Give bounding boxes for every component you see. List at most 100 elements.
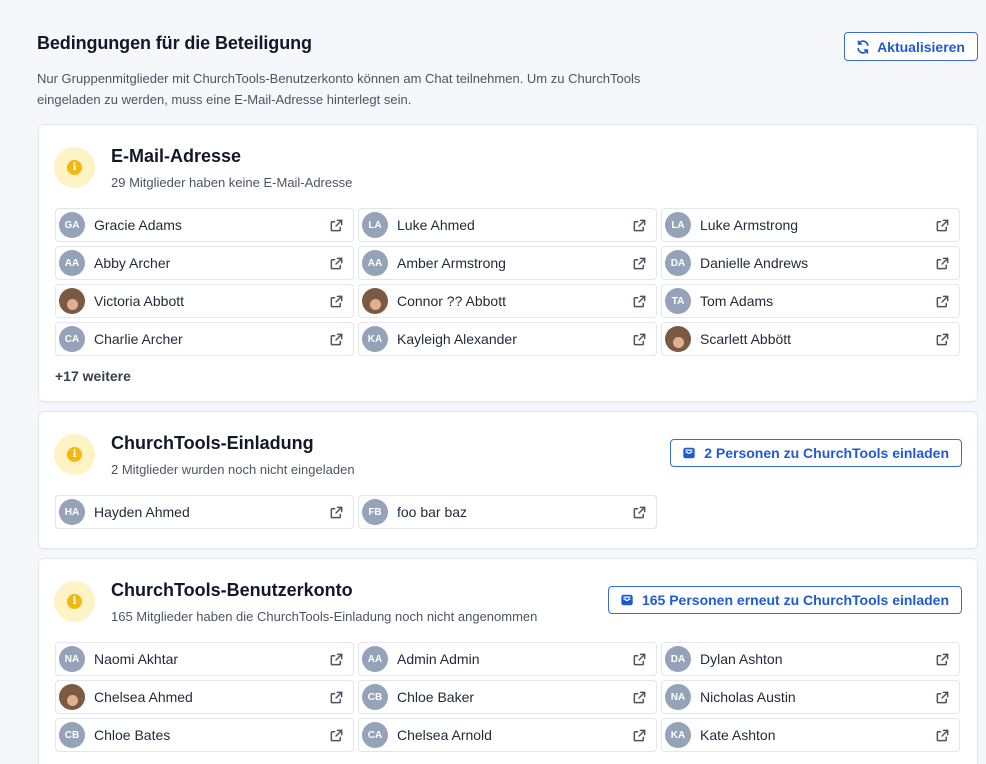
member-name: Chelsea Ahmed bbox=[94, 689, 193, 705]
account-card-title: ChurchTools-Benutzerkonto bbox=[111, 580, 353, 600]
member-item[interactable]: NA Nicholas Austin bbox=[661, 680, 960, 714]
external-link-icon[interactable] bbox=[329, 652, 344, 667]
member-name: Connor ?? Abbott bbox=[397, 293, 506, 309]
avatar: HA bbox=[59, 499, 85, 525]
external-link-icon[interactable] bbox=[935, 332, 950, 347]
external-link-icon[interactable] bbox=[632, 332, 647, 347]
external-link-icon[interactable] bbox=[329, 218, 344, 233]
external-link-icon[interactable] bbox=[329, 332, 344, 347]
member-name: Chloe Baker bbox=[397, 689, 475, 705]
member-item[interactable]: DA Dylan Ashton bbox=[661, 642, 960, 676]
member-item[interactable]: Connor ?? Abbott bbox=[358, 284, 657, 318]
info-icon: i bbox=[54, 147, 95, 188]
member-name: Nicholas Austin bbox=[700, 689, 796, 705]
member-item[interactable]: AA Abby Archer bbox=[55, 246, 354, 280]
account-card-header: i ChurchTools-Benutzerkonto 165 Mitglied… bbox=[39, 559, 977, 629]
external-link-icon[interactable] bbox=[935, 218, 950, 233]
external-link-icon[interactable] bbox=[632, 505, 647, 520]
member-name: Naomi Akhtar bbox=[94, 651, 179, 667]
more-members-link[interactable]: +17 weitere bbox=[39, 356, 977, 384]
invite-card-subtitle: 2 Mitglieder wurden noch nicht eingelade… bbox=[111, 462, 355, 477]
member-name: Victoria Abbott bbox=[94, 293, 185, 309]
external-link-icon[interactable] bbox=[935, 256, 950, 271]
avatar: CA bbox=[59, 326, 85, 352]
member-item[interactable]: DA Danielle Andrews bbox=[661, 246, 960, 280]
member-name: Gracie Adams bbox=[94, 217, 182, 233]
member-item[interactable]: GA Gracie Adams bbox=[55, 208, 354, 242]
external-link-icon[interactable] bbox=[329, 505, 344, 520]
account-member-grid: NA Naomi Akhtar AA Admin Admin DA Dylan Ashto… bbox=[39, 642, 977, 752]
member-name: Dylan Ashton bbox=[700, 651, 783, 667]
external-link-icon[interactable] bbox=[632, 256, 647, 271]
avatar: CB bbox=[59, 722, 85, 748]
external-link-icon[interactable] bbox=[935, 728, 950, 743]
avatar: CA bbox=[362, 722, 388, 748]
email-card: i E-Mail-Adresse 29 Mitglieder haben kei… bbox=[38, 124, 978, 402]
member-item[interactable]: AA Amber Armstrong bbox=[358, 246, 657, 280]
avatar: KA bbox=[362, 326, 388, 352]
email-card-title: E-Mail-Adresse bbox=[111, 146, 242, 166]
member-item[interactable]: Victoria Abbott bbox=[55, 284, 354, 318]
member-item[interactable]: TA Tom Adams bbox=[661, 284, 960, 318]
external-link-icon[interactable] bbox=[632, 690, 647, 705]
external-link-icon[interactable] bbox=[935, 652, 950, 667]
external-link-icon[interactable] bbox=[329, 690, 344, 705]
avatar bbox=[362, 288, 388, 314]
avatar bbox=[59, 288, 85, 314]
info-icon: i bbox=[54, 434, 95, 475]
external-link-icon[interactable] bbox=[935, 690, 950, 705]
external-link-icon[interactable] bbox=[632, 728, 647, 743]
avatar: DA bbox=[665, 250, 691, 276]
member-item[interactable]: Scarlett Abbött bbox=[661, 322, 960, 356]
member-item[interactable]: NA Naomi Akhtar bbox=[55, 642, 354, 676]
external-link-icon[interactable] bbox=[329, 728, 344, 743]
reinvite-button-label: 165 Personen erneut zu ChurchTools einla… bbox=[641, 592, 949, 608]
external-link-icon[interactable] bbox=[632, 218, 647, 233]
page-description: Nur Gruppenmitglieder mit ChurchTools-Be… bbox=[37, 71, 641, 107]
invite-button[interactable]: 2 Personen zu ChurchTools einladen bbox=[670, 439, 962, 467]
avatar: AA bbox=[362, 250, 388, 276]
member-item[interactable]: AA Admin Admin bbox=[358, 642, 657, 676]
member-item[interactable]: CA Charlie Archer bbox=[55, 322, 354, 356]
conditions-header: Bedingungen für die Beteiligung Nur Grup… bbox=[37, 32, 978, 110]
avatar: CB bbox=[362, 684, 388, 710]
external-link-icon[interactable] bbox=[632, 294, 647, 309]
member-name: Kayleigh Alexander bbox=[397, 331, 517, 347]
member-name: Scarlett Abbött bbox=[700, 331, 792, 347]
external-link-icon[interactable] bbox=[329, 256, 344, 271]
member-name: Luke Armstrong bbox=[700, 217, 799, 233]
avatar: TA bbox=[665, 288, 691, 314]
member-item[interactable]: FB foo bar baz bbox=[358, 495, 657, 529]
member-item[interactable]: LA Luke Ahmed bbox=[358, 208, 657, 242]
member-name: Admin Admin bbox=[397, 651, 480, 667]
avatar: NA bbox=[59, 646, 85, 672]
invite-card: i ChurchTools-Einladung 2 Mitglieder wur… bbox=[38, 411, 978, 549]
avatar: LA bbox=[665, 212, 691, 238]
member-item[interactable]: Chelsea Ahmed bbox=[55, 680, 354, 714]
member-item[interactable]: CA Chelsea Arnold bbox=[358, 718, 657, 752]
member-item[interactable]: CB Chloe Bates bbox=[55, 718, 354, 752]
invite-member-grid: HA Hayden Ahmed FB foo bar baz bbox=[39, 495, 977, 529]
avatar: NA bbox=[665, 684, 691, 710]
member-name: Amber Armstrong bbox=[397, 255, 506, 271]
member-item[interactable]: KA Kate Ashton bbox=[661, 718, 960, 752]
external-link-icon[interactable] bbox=[329, 294, 344, 309]
member-name: Danielle Andrews bbox=[700, 255, 809, 271]
member-name: Chelsea Arnold bbox=[397, 727, 492, 743]
info-icon: i bbox=[54, 581, 95, 622]
invite-card-header: i ChurchTools-Einladung 2 Mitglieder wur… bbox=[39, 412, 977, 482]
email-member-grid: GA Gracie Adams LA Luke Ahmed LA Luke Armstro… bbox=[39, 208, 977, 356]
external-link-icon[interactable] bbox=[632, 652, 647, 667]
avatar bbox=[665, 326, 691, 352]
member-name: Charlie Archer bbox=[94, 331, 183, 347]
member-item[interactable]: KA Kayleigh Alexander bbox=[358, 322, 657, 356]
reinvite-button[interactable]: 165 Personen erneut zu ChurchTools einla… bbox=[607, 586, 962, 614]
email-card-header: i E-Mail-Adresse 29 Mitglieder haben kei… bbox=[39, 125, 977, 195]
member-item[interactable]: LA Luke Armstrong bbox=[661, 208, 960, 242]
member-item[interactable]: CB Chloe Baker bbox=[358, 680, 657, 714]
refresh-button[interactable]: Aktualisieren bbox=[844, 32, 978, 61]
account-card-subtitle: 165 Mitglieder haben die ChurchTools-Ein… bbox=[111, 609, 538, 624]
avatar: AA bbox=[362, 646, 388, 672]
external-link-icon[interactable] bbox=[935, 294, 950, 309]
member-item[interactable]: HA Hayden Ahmed bbox=[55, 495, 354, 529]
